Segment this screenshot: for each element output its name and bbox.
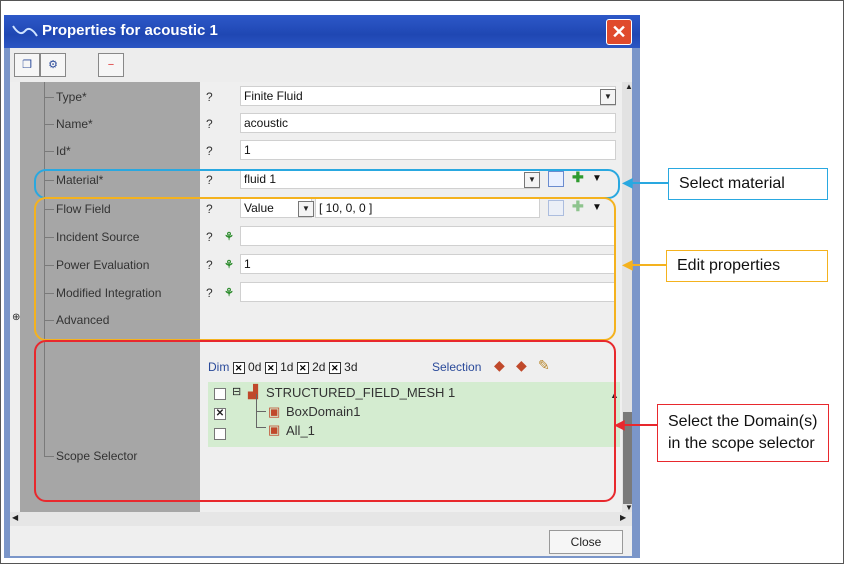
material-highlight — [34, 169, 620, 199]
arrow-head-icon: ◀ — [614, 416, 625, 432]
close-window-button[interactable]: ✕ — [606, 19, 632, 45]
toolbar: ❐ ⚙ − — [10, 48, 632, 82]
window-title: Properties for acoustic 1 — [42, 22, 218, 39]
callout-select-material: Select material — [668, 168, 828, 200]
chevron-down-icon[interactable]: ▼ — [600, 89, 616, 105]
tree-tick — [44, 151, 54, 152]
title-bar[interactable]: Properties for acoustic 1 ✕ — [4, 15, 640, 48]
horizontal-scrollbar[interactable]: ◀ ▶ — [10, 512, 632, 526]
expand-icon[interactable]: ⊕ — [12, 312, 20, 323]
callout-edit-properties: Edit properties — [666, 250, 828, 282]
help-icon[interactable]: ? — [206, 117, 213, 131]
close-button[interactable]: Close — [549, 530, 623, 554]
type-label: Type* — [56, 90, 87, 104]
remove-icon[interactable]: − — [98, 53, 124, 77]
name-field[interactable]: acoustic — [240, 113, 616, 133]
scroll-left-icon[interactable]: ◀ — [12, 513, 18, 522]
scroll-right-icon[interactable]: ▶ — [620, 513, 626, 522]
vertical-scrollbar[interactable]: ▲ ▼ — [622, 82, 632, 513]
window-icon[interactable]: ❐ — [14, 53, 40, 77]
dialog-footer: Close — [10, 526, 632, 556]
tree-tick — [44, 97, 54, 98]
arrow-head-icon: ◀ — [622, 174, 633, 190]
callout-arrow — [630, 182, 670, 184]
type-select[interactable]: Finite Fluid — [240, 86, 616, 106]
id-label: Id* — [56, 144, 71, 158]
callout-scope-selector: Select the Domain(s) in the scope select… — [657, 404, 829, 462]
callout-arrow — [630, 264, 668, 266]
help-icon[interactable]: ? — [206, 90, 213, 104]
scope-highlight — [34, 340, 616, 502]
edit-properties-highlight — [34, 197, 616, 341]
id-field[interactable]: 1 — [240, 140, 616, 160]
add-settings-icon[interactable]: ⚙ — [40, 53, 66, 77]
help-icon[interactable]: ? — [206, 144, 213, 158]
name-label: Name* — [56, 117, 93, 131]
tree-tick — [44, 124, 54, 125]
callout-arrow — [624, 424, 658, 426]
scroll-up-icon[interactable]: ▲ — [622, 82, 632, 92]
app-icon — [12, 25, 38, 37]
arrow-head-icon: ◀ — [622, 256, 633, 272]
